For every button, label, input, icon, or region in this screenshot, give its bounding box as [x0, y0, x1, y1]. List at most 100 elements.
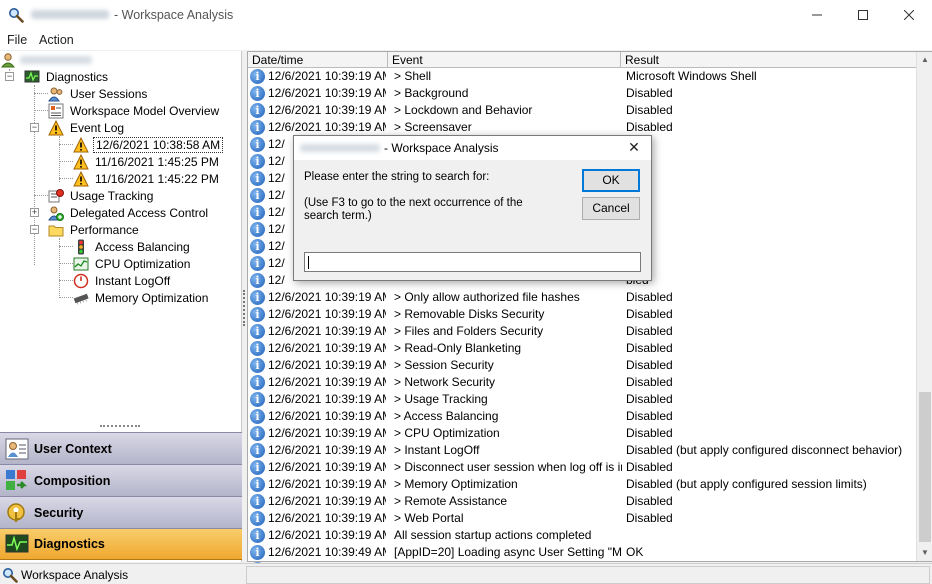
maximize-icon: [858, 10, 868, 20]
cell-datetime: 12/6/2021 10:39:19 AM: [268, 69, 386, 83]
cell-result: Disabled: [626, 392, 673, 406]
cell-event: > Only allow authorized file hashes: [394, 290, 580, 304]
info-icon: i: [250, 426, 265, 441]
maximize-button[interactable]: [840, 0, 886, 30]
table-row[interactable]: i 12/6/2021 10:39:19 AM > Removable Disks …: [248, 306, 916, 323]
cell-event: > Network Security: [394, 375, 496, 389]
cell-result: Disabled: [626, 120, 673, 134]
cell-result: Disabled: [626, 426, 673, 440]
nav-user-context[interactable]: User Context: [0, 432, 242, 464]
tree-item-usage-tracking[interactable]: Usage Tracking: [48, 187, 155, 204]
tree-item-event-log[interactable]: Event Log: [48, 119, 126, 136]
tree-item-eventlog-entry[interactable]: 11/16/2021 1:45:22 PM: [73, 170, 221, 187]
scroll-down-arrow-icon[interactable]: ▼: [917, 545, 932, 561]
tree-collapse-event-log[interactable]: −: [30, 123, 39, 132]
tree-item-diagnostics[interactable]: Diagnostics: [24, 68, 110, 85]
cell-event: > Disconnect user session when log off i…: [394, 460, 622, 474]
tree-item-performance[interactable]: Performance: [48, 221, 141, 238]
tree-user-node[interactable]: [0, 51, 92, 68]
ok-button[interactable]: OK: [582, 169, 640, 192]
cell-result: Disabled: [626, 460, 673, 474]
table-row[interactable]: i 12/6/2021 10:39:19 AM > Screensaver Disab…: [248, 119, 916, 136]
nav-security[interactable]: Security: [0, 496, 242, 528]
left-panel: − Diagnostics User Sessions Workspace Mo…: [0, 51, 242, 562]
tree-expand-delegated[interactable]: +: [30, 208, 39, 217]
table-row[interactable]: i 12/6/2021 10:39:19 AM > Access Balancing…: [248, 408, 916, 425]
cell-event: > Access Balancing: [394, 409, 499, 423]
menu-file[interactable]: File: [7, 33, 27, 47]
table-row[interactable]: i 12/6/2021 10:39:19 AM All session startu…: [248, 527, 916, 544]
table-row[interactable]: i 12/6/2021 10:39:19 AM > Remote Assistanc…: [248, 493, 916, 510]
status-bar: Workspace Analysis: [0, 563, 932, 584]
tree-item-eventlog-entry[interactable]: 11/16/2021 1:45:25 PM: [73, 153, 221, 170]
info-icon: i: [250, 171, 265, 186]
table-row[interactable]: i 12/6/2021 10:39:19 AM > Usage Tracking Di…: [248, 391, 916, 408]
cell-event: > Memory Optimization: [394, 477, 518, 491]
column-header-datetime[interactable]: Date/time: [248, 52, 388, 68]
info-icon: i: [250, 392, 265, 407]
security-key-icon: [7, 502, 25, 522]
tree-label: 11/16/2021 1:45:22 PM: [95, 171, 219, 186]
nav-diagnostics[interactable]: Diagnostics: [0, 528, 242, 560]
cell-result: Disabled: [626, 324, 673, 338]
tree-item-instant-logoff[interactable]: Instant LogOff: [73, 272, 172, 289]
table-row[interactable]: i 12/6/2021 10:39:19 AM > Lockdown and Beh…: [248, 102, 916, 119]
search-input[interactable]: [304, 252, 641, 272]
table-row[interactable]: i 12/6/2021 10:39:19 AM > Disconnect user …: [248, 459, 916, 476]
table-row[interactable]: i 12/6/2021 10:39:19 AM > Shell Microsoft W…: [248, 68, 916, 85]
splitter-grip[interactable]: [243, 290, 245, 326]
table-row[interactable]: i 12/6/2021 10:39:19 AM > Read-Only Blanke…: [248, 340, 916, 357]
table-row[interactable]: i 12/6/2021 10:39:19 AM > Instant LogOff Di…: [248, 442, 916, 459]
info-icon: i: [250, 137, 265, 152]
cell-datetime: 12/6/2021 10:39:19 AM: [268, 392, 386, 406]
tree-label: Instant LogOff: [95, 273, 171, 288]
scroll-up-arrow-icon[interactable]: ▲: [917, 52, 932, 68]
search-dialog: - Workspace Analysis ✕ Please enter the …: [293, 135, 652, 281]
tree-item-user-sessions[interactable]: User Sessions: [48, 85, 149, 102]
info-icon: i: [250, 528, 265, 543]
table-row[interactable]: i 12/6/2021 10:39:19 AM > Network Security…: [248, 374, 916, 391]
table-row[interactable]: i 12/6/2021 10:39:19 AM > Background Disabl…: [248, 85, 916, 102]
warning-icon: [73, 170, 89, 186]
nav-label: Diagnostics: [34, 537, 105, 551]
minimize-button[interactable]: [794, 0, 840, 30]
table-row[interactable]: i 12/6/2021 10:39:19 AM > Files and Folder…: [248, 323, 916, 340]
magnifier-icon: [3, 568, 18, 583]
info-icon: i: [250, 341, 265, 356]
cell-result: bled: [626, 205, 916, 219]
tree-item-cpu-optimization[interactable]: CPU Optimization: [73, 255, 192, 272]
cell-datetime: 12/6/2021 10:39:19 AM: [268, 494, 386, 508]
menu-action[interactable]: Action: [39, 33, 74, 47]
tree-item-access-balancing[interactable]: Access Balancing: [73, 238, 192, 255]
table-row[interactable]: i 12/6/2021 10:39:19 AM > CPU Optimization…: [248, 425, 916, 442]
cancel-button[interactable]: Cancel: [582, 197, 640, 220]
tree-item-delegated-access[interactable]: Delegated Access Control: [48, 204, 210, 221]
warning-icon: [73, 136, 89, 152]
tree-item-eventlog-entry[interactable]: 12/6/2021 10:38:58 AM: [73, 136, 224, 153]
cell-datetime: 12/6/2021 10:39:19 AM: [268, 511, 386, 525]
dialog-close-icon[interactable]: ✕: [624, 139, 644, 157]
vertical-scrollbar[interactable]: ▲ ▼: [916, 52, 932, 561]
tree-collapse-diagnostics[interactable]: −: [5, 72, 14, 81]
table-row[interactable]: i 12/6/2021 10:39:49 AM [AppID=20] Loading…: [248, 544, 916, 561]
blurred-username: [20, 55, 92, 64]
table-row[interactable]: i 12/6/2021 10:39:19 AM > Web Portal Disabl…: [248, 510, 916, 527]
table-row[interactable]: i 12/6/2021 10:39:19 AM > Only allow autho…: [248, 289, 916, 306]
minimize-icon: [812, 14, 822, 16]
tree-collapse-performance[interactable]: −: [30, 225, 39, 234]
tree-item-workspace-model[interactable]: Workspace Model Overview: [48, 102, 221, 119]
nav-composition[interactable]: Composition: [0, 464, 242, 496]
dialog-hint: (Use F3 to go to the next occurrence of …: [304, 197, 523, 222]
column-header-event[interactable]: Event: [388, 52, 621, 68]
scrollbar-thumb[interactable]: [919, 392, 931, 542]
cell-datetime: 12/6/2021 10:39:19 AM: [268, 426, 386, 440]
column-header-result[interactable]: Result: [621, 52, 916, 68]
close-button[interactable]: [886, 0, 932, 30]
cell-datetime: 12/6/2021 10:39:19 AM: [268, 443, 386, 457]
cell-datetime: 12/6/2021 10:39:19 AM: [268, 103, 386, 117]
table-row[interactable]: i 12/6/2021 10:39:19 AM > Session Security…: [248, 357, 916, 374]
panel-resize-grip[interactable]: [100, 425, 140, 429]
tree-item-memory-optimization[interactable]: Memory Optimization: [73, 289, 210, 306]
tree-label: User Sessions: [70, 86, 148, 101]
table-row[interactable]: i 12/6/2021 10:39:19 AM > Memory Optimizat…: [248, 476, 916, 493]
